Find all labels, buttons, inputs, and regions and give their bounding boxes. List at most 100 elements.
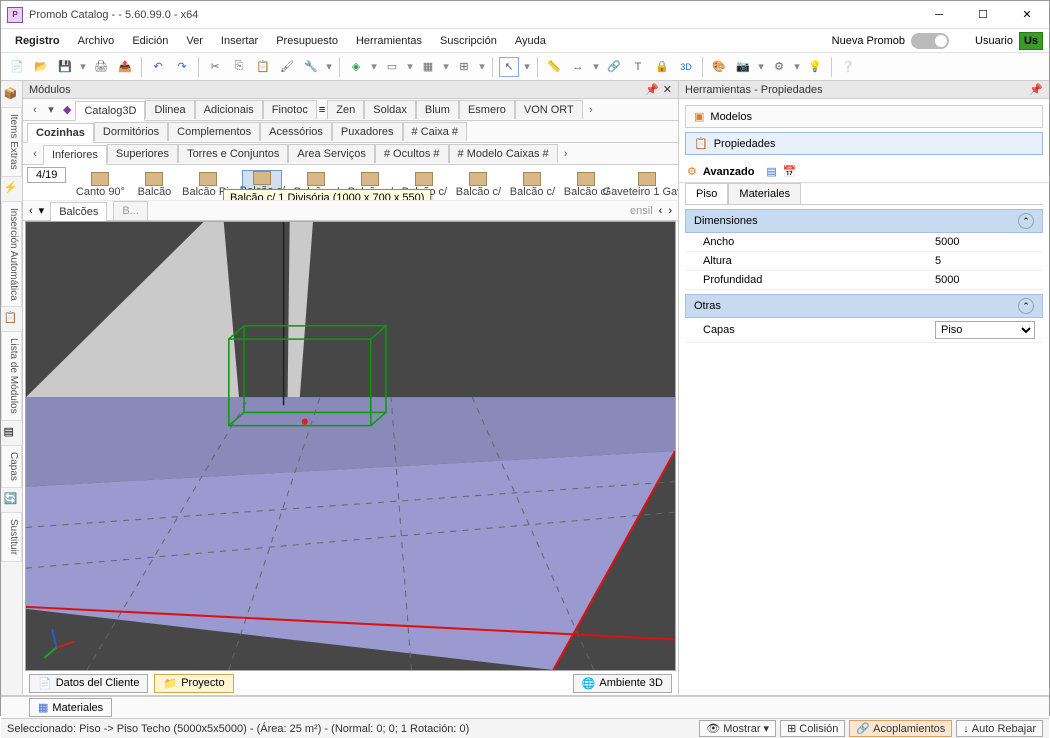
tab-proyecto[interactable]: 📁Proyecto [154, 674, 233, 693]
chev-right-icon[interactable]: › [583, 104, 599, 116]
tool-dropdown[interactable]: ▾ [325, 57, 333, 77]
tool-icon[interactable]: 🔧 [301, 57, 321, 77]
tab-torres[interactable]: Torres e Conjuntos [178, 144, 288, 163]
section-dimensiones[interactable]: Dimensiones ⌃ [685, 209, 1043, 233]
grid-icon[interactable]: ⊞ [454, 57, 474, 77]
tab-puxadores[interactable]: Puxadores [332, 122, 403, 141]
tab-catalog3d[interactable]: Catalog3D [75, 101, 145, 121]
tab-inferiores[interactable]: Inferiores [43, 145, 107, 165]
menu-suscripcion[interactable]: Suscripción [432, 32, 505, 50]
vtab-capas[interactable]: Capas [1, 445, 22, 488]
help-icon[interactable]: ❔ [838, 57, 858, 77]
tab-zen[interactable]: Zen [327, 100, 364, 119]
viewport-3d[interactable] [25, 221, 676, 671]
open-icon[interactable]: 📂 [31, 57, 51, 77]
layers-icon[interactable]: ▦ [418, 57, 438, 77]
pin2-icon[interactable]: 📌 [1029, 83, 1043, 96]
menu-ver[interactable]: Ver [178, 32, 211, 50]
chev-left2-icon[interactable]: ‹ [27, 148, 43, 160]
tab-esmero[interactable]: Esmero [459, 100, 515, 119]
pt-piso[interactable]: Piso [685, 183, 728, 204]
ruler-icon[interactable]: 📏 [544, 57, 564, 77]
tab-area[interactable]: Area Serviços [288, 144, 374, 163]
auto-rebajar-button[interactable]: ↓Auto Rebajar [956, 720, 1043, 737]
window-icon[interactable]: ▭ [382, 57, 402, 77]
maximize-button[interactable]: ☐ [961, 1, 1005, 29]
tab-acessorios[interactable]: Acessórios [260, 122, 332, 141]
colision-button[interactable]: ⊞Colisión [780, 720, 845, 737]
dims-icon[interactable]: ↔ [568, 57, 588, 77]
menu-registro[interactable]: Registro [7, 32, 68, 50]
value-ancho[interactable]: 5000 [935, 236, 1035, 248]
select-capas[interactable]: Piso [935, 321, 1035, 339]
value-altura[interactable]: 5 [935, 255, 1035, 267]
redo-icon[interactable]: ↷ [172, 57, 192, 77]
minimize-button[interactable]: ─ [917, 1, 961, 29]
tab-complementos[interactable]: Complementos [168, 122, 260, 141]
module-gaveteiro[interactable]: Gaveteiro 1 Gavet [620, 172, 674, 198]
tab-dlinea[interactable]: Dlinea [145, 100, 194, 119]
tab-finotoc[interactable]: Finotoc [263, 100, 317, 119]
tab-materiales[interactable]: ▦ Materiales [29, 698, 112, 717]
rp-tab-propiedades[interactable]: 📋 Propiedades [685, 132, 1043, 155]
vtab-lista[interactable]: Lista de Módulos [1, 331, 22, 421]
value-profundidad[interactable]: 5000 [935, 274, 1035, 286]
auto-icon[interactable]: ⚡ [4, 181, 20, 197]
pt-materiales[interactable]: Materiales [728, 183, 801, 204]
new-icon[interactable]: 📄 [7, 57, 27, 77]
collapse-dim-icon[interactable]: ⌃ [1018, 213, 1034, 229]
paste-icon[interactable]: 📋 [253, 57, 273, 77]
subtab-2[interactable]: B... [113, 201, 148, 220]
tab-vonort[interactable]: VON ORT [515, 100, 583, 119]
tab-blum[interactable]: Blum [416, 100, 459, 119]
rp-tab-modelos[interactable]: ▣ Modelos [685, 105, 1043, 128]
module-balcao[interactable]: Balcão [134, 172, 174, 198]
panel-close-icon[interactable]: ✕ [663, 83, 672, 96]
list-icon[interactable]: 📋 [4, 311, 20, 327]
save-dropdown[interactable]: ▾ [79, 57, 87, 77]
menu-insertar[interactable]: Insertar [213, 32, 266, 50]
pin-icon[interactable]: 📌 [645, 83, 659, 96]
close-button[interactable]: ✕ [1005, 1, 1049, 29]
chev-right2-icon[interactable]: › [558, 148, 574, 160]
menu-presupuesto[interactable]: Presupuesto [268, 32, 346, 50]
color-icon[interactable]: 🎨 [709, 57, 729, 77]
export-icon[interactable]: 📤 [115, 57, 135, 77]
tab-soldax[interactable]: Soldax [364, 100, 416, 119]
light-icon[interactable]: 💡 [805, 57, 825, 77]
calendar-icon[interactable]: 📅 [783, 165, 797, 178]
chev-left-icon[interactable]: ‹ [27, 104, 43, 116]
text-icon[interactable]: T [628, 57, 648, 77]
tab-cozinhas[interactable]: Cozinhas [27, 123, 94, 143]
tab-datos-cliente[interactable]: 📄Datos del Cliente [29, 674, 148, 693]
chain-icon[interactable]: 🔗 [604, 57, 624, 77]
dim3d-icon[interactable]: 3D [676, 57, 696, 77]
module-balcao-8[interactable]: Balcão c/ [458, 172, 498, 198]
tab-caixa[interactable]: # Caixa # [403, 122, 467, 141]
print-icon[interactable]: 🖨 [91, 57, 111, 77]
menu-archivo[interactable]: Archivo [70, 32, 123, 50]
tab-superiores[interactable]: Superiores [107, 144, 178, 163]
pointer-icon[interactable]: ↖ [499, 57, 519, 77]
vtab-insercion[interactable]: Inserción Automática [1, 201, 22, 308]
copy-icon[interactable]: ⎘ [229, 57, 249, 77]
nueva-promob-toggle[interactable] [911, 33, 949, 49]
swap-icon[interactable]: 🔄 [4, 492, 20, 508]
collapse-otras-icon[interactable]: ⌃ [1018, 298, 1034, 314]
tab-ambiente-3d[interactable]: 🌐Ambiente 3D [573, 674, 672, 693]
grid-btn-icon[interactable]: ▤ [766, 165, 776, 178]
module-balcao-9[interactable]: Balcão c/ [512, 172, 552, 198]
undo-icon[interactable]: ↶ [148, 57, 168, 77]
brush-icon[interactable]: 🖌 [277, 57, 297, 77]
extras-icon[interactable]: 📦 [4, 87, 20, 103]
menu-edicion[interactable]: Edición [124, 32, 176, 50]
module-canto[interactable]: Canto 90° [80, 172, 120, 198]
tab-adicionais[interactable]: Adicionais [195, 100, 263, 119]
save-icon[interactable]: 💾 [55, 57, 75, 77]
gear-icon[interactable]: ⚙ [769, 57, 789, 77]
subtab-balcoes[interactable]: Balcões [50, 202, 107, 222]
user-badge[interactable]: Us [1019, 32, 1043, 50]
tab-modelo[interactable]: # Modelo Caixas # [449, 144, 558, 163]
cube-icon[interactable]: ◈ [346, 57, 366, 77]
mostrar-button[interactable]: 👁Mostrar▾ [699, 720, 776, 737]
